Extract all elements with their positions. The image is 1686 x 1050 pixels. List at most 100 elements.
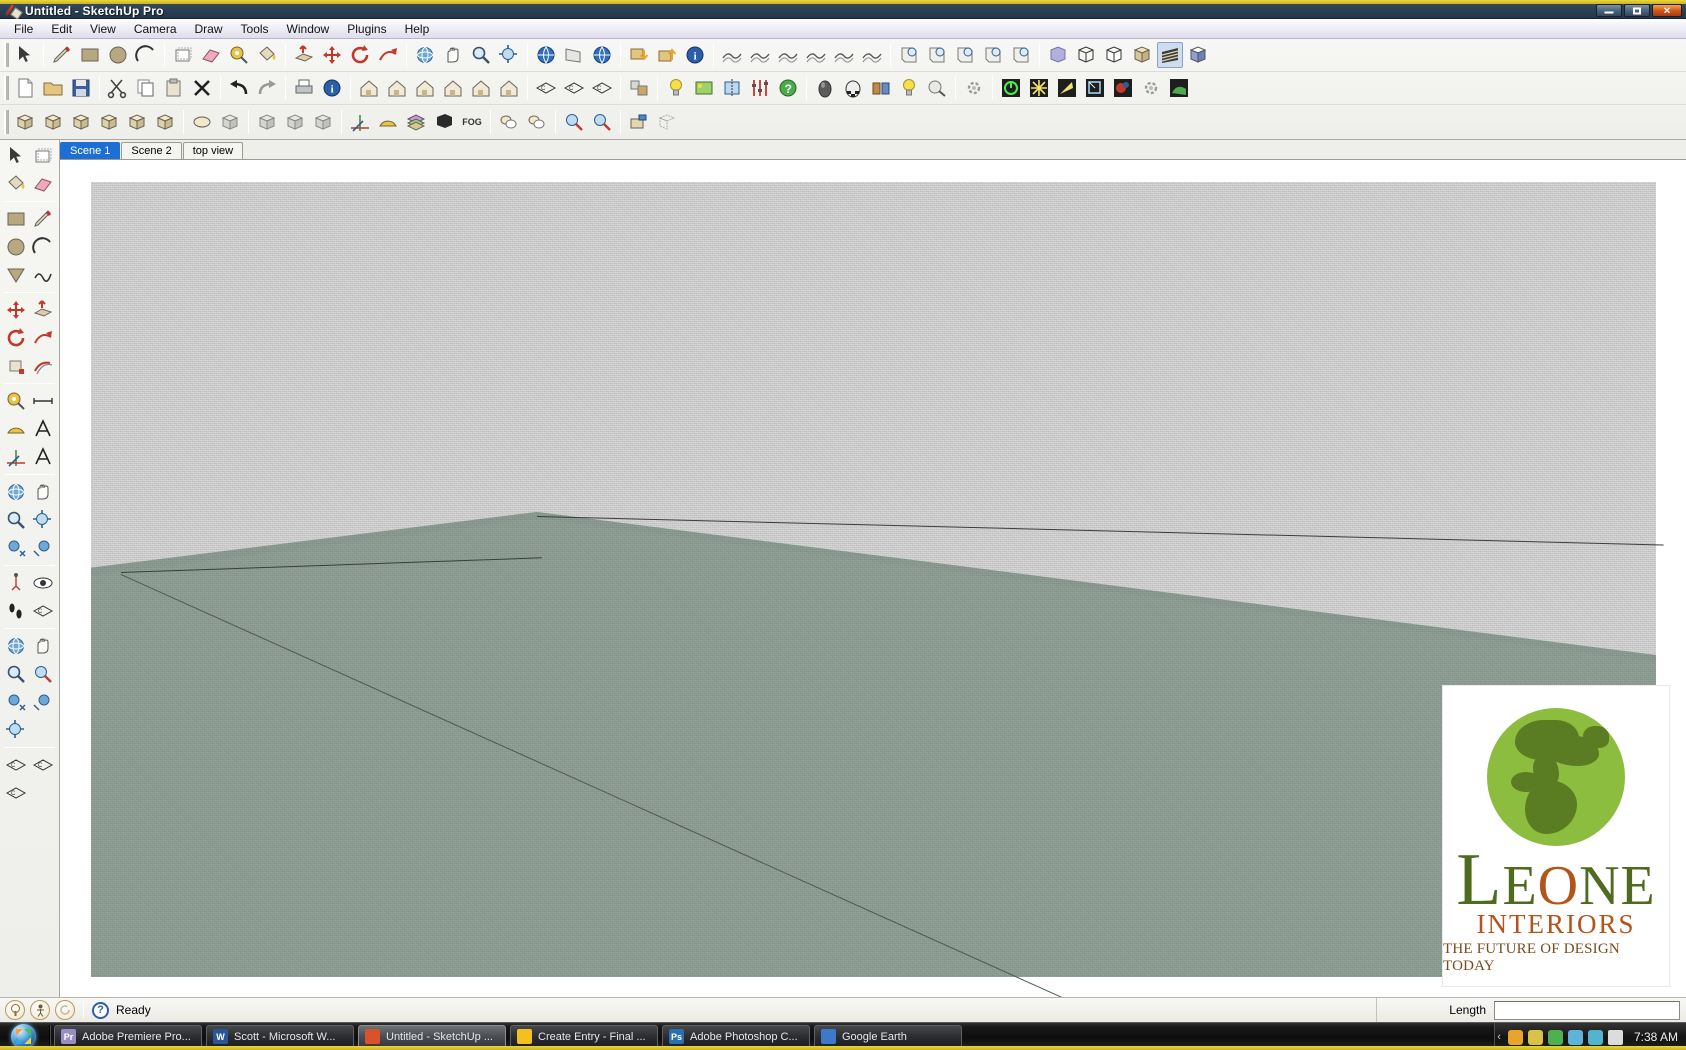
zoom-extents-icon[interactable] <box>29 506 56 534</box>
section-plane-red-icon[interactable]: C <box>533 75 559 101</box>
redo-arrow-icon[interactable] <box>254 75 280 101</box>
refresh-icon[interactable] <box>55 1000 75 1020</box>
offset-icon[interactable] <box>29 352 56 380</box>
component-cube-icon[interactable] <box>217 109 243 135</box>
maximize-button[interactable] <box>1624 4 1650 17</box>
copy-icon[interactable] <box>133 75 159 101</box>
circle-icon[interactable] <box>2 233 29 261</box>
text-tool-icon[interactable] <box>29 415 56 443</box>
rectangle-icon[interactable] <box>2 205 29 233</box>
layer-cube-6-icon[interactable] <box>152 109 178 135</box>
model-info-icon[interactable]: i <box>319 75 345 101</box>
walk-footsteps-icon[interactable] <box>2 597 29 625</box>
intersect-faces-icon[interactable] <box>524 109 550 135</box>
dynamic-component-icon[interactable] <box>254 109 280 135</box>
help-icon[interactable]: ? <box>92 1001 109 1019</box>
tape-measure-icon[interactable] <box>2 387 29 415</box>
look-around-eye-icon[interactable] <box>29 569 56 597</box>
pan-hand-icon[interactable] <box>440 42 466 68</box>
pan-hand-2-icon[interactable] <box>29 632 56 660</box>
vray-material-icon[interactable] <box>1110 75 1136 101</box>
style-xray-icon[interactable] <box>1045 42 1071 68</box>
measurement-input[interactable] <box>1494 1001 1680 1020</box>
style-wireframe-icon[interactable] <box>1073 42 1099 68</box>
menu-window[interactable]: Window <box>278 20 339 38</box>
eraser-icon[interactable] <box>29 170 56 198</box>
zoom-2-icon[interactable] <box>2 660 29 688</box>
line-pencil-icon[interactable] <box>49 42 75 68</box>
layer-cube-2-icon[interactable] <box>40 109 66 135</box>
menu-draw[interactable]: Draw <box>186 20 232 38</box>
soften-edges-icon[interactable] <box>189 109 215 135</box>
cut-scissors-icon[interactable] <box>105 75 131 101</box>
zoom-magnifier-icon[interactable] <box>468 42 494 68</box>
print-icon[interactable] <box>291 75 317 101</box>
standard-view-top-icon[interactable] <box>412 75 438 101</box>
fog-label[interactable]: FOG <box>459 109 485 135</box>
lightup-sliders-icon[interactable] <box>747 75 773 101</box>
tape-measure-icon[interactable] <box>226 42 252 68</box>
move-icon[interactable] <box>319 42 345 68</box>
photo-match-icon[interactable] <box>626 75 652 101</box>
paint-bucket-icon[interactable] <box>2 170 29 198</box>
next-view-2-icon[interactable] <box>29 688 56 716</box>
lightup-scene-icon[interactable] <box>691 75 717 101</box>
update-scene-icon[interactable] <box>654 109 680 135</box>
render-preview-icon[interactable] <box>924 75 950 101</box>
tray-volume-icon[interactable] <box>1607 1029 1623 1045</box>
pan-hand-icon[interactable] <box>29 478 56 506</box>
outer-shell-icon[interactable] <box>496 109 522 135</box>
standard-view-back-icon[interactable] <box>468 75 494 101</box>
zoom-window-red-icon[interactable] <box>561 109 587 135</box>
circle-icon[interactable] <box>105 42 131 68</box>
sandbox-add-detail-icon[interactable] <box>831 42 857 68</box>
make-component-icon[interactable] <box>170 42 196 68</box>
previous-view-icon[interactable] <box>2 534 29 562</box>
lightup-help-icon[interactable]: ? <box>775 75 801 101</box>
section-plane-icon[interactable]: C <box>29 597 56 625</box>
vray-light-icon[interactable] <box>1054 75 1080 101</box>
tray-security-icon[interactable] <box>1507 1029 1523 1045</box>
vray-power-icon[interactable] <box>998 75 1024 101</box>
push-pull-icon[interactable] <box>29 296 56 324</box>
tray-network-shield-icon[interactable] <box>1547 1029 1563 1045</box>
share-model-icon[interactable] <box>561 42 587 68</box>
paint-bucket-icon[interactable] <box>254 42 280 68</box>
scene-tab-1[interactable]: Scene 1 <box>60 142 121 159</box>
rectangle-icon[interactable] <box>77 42 103 68</box>
sandbox-from-contours-icon[interactable] <box>719 42 745 68</box>
layer-cube-5-icon[interactable] <box>124 109 150 135</box>
vray-render-icon[interactable] <box>1166 75 1192 101</box>
push-pull-icon[interactable] <box>291 42 317 68</box>
render-checker-icon[interactable] <box>840 75 866 101</box>
vray-options-gear-icon[interactable] <box>1138 75 1164 101</box>
layers-stack-icon[interactable] <box>403 109 429 135</box>
sandbox-from-scratch-icon[interactable] <box>747 42 773 68</box>
standard-view-front-icon[interactable] <box>384 75 410 101</box>
zoom-window-icon[interactable] <box>29 660 56 688</box>
solid-union-icon[interactable] <box>896 42 922 68</box>
previous-view-2-icon[interactable] <box>2 688 29 716</box>
arc-icon[interactable] <box>133 42 159 68</box>
follow-me-icon[interactable] <box>29 324 56 352</box>
menu-view[interactable]: View <box>81 20 125 38</box>
light-yellow-bulb-icon[interactable] <box>896 75 922 101</box>
undo-arrow-icon[interactable] <box>226 75 252 101</box>
erase-x-icon[interactable] <box>189 75 215 101</box>
section-display-red-icon[interactable]: C <box>561 75 587 101</box>
zoom-extents-icon[interactable] <box>496 42 522 68</box>
zoom-magnifier-icon[interactable] <box>2 506 29 534</box>
component-options-icon[interactable] <box>310 109 336 135</box>
rotate-icon[interactable] <box>347 42 373 68</box>
layer-cube-4-icon[interactable] <box>96 109 122 135</box>
section-cut-red-icon[interactable]: C <box>589 75 615 101</box>
select-arrow-icon[interactable] <box>2 142 29 170</box>
solid-split-icon[interactable] <box>1008 42 1034 68</box>
make-component-icon[interactable] <box>29 142 56 170</box>
display-section-icon[interactable]: C <box>29 751 56 779</box>
gear-grey-icon[interactable] <box>961 75 987 101</box>
eraser-icon[interactable] <box>198 42 224 68</box>
next-view-icon[interactable] <box>29 534 56 562</box>
instructor-icon[interactable] <box>30 1000 50 1020</box>
get-model-globe-icon[interactable] <box>533 42 559 68</box>
